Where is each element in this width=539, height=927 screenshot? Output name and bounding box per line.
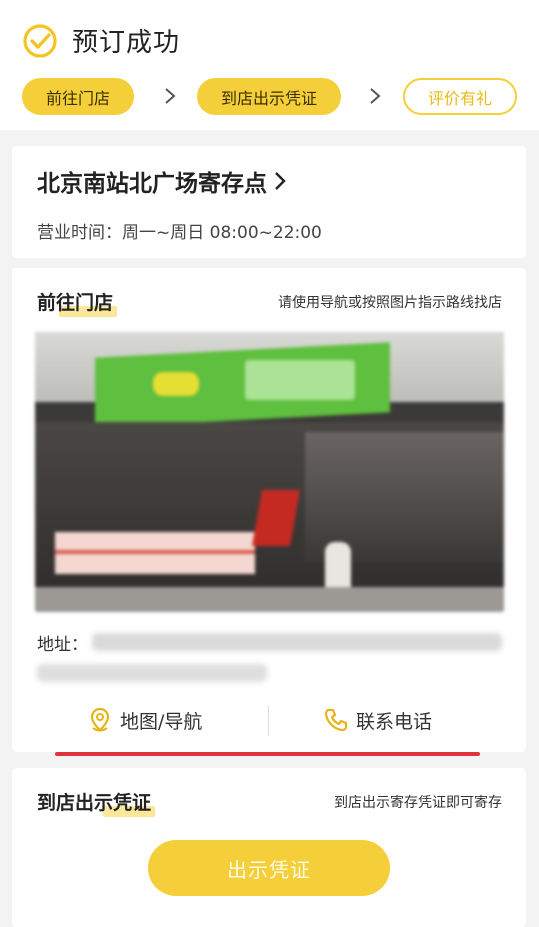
action-row: 地图/导航 联系电话 (12, 700, 526, 740)
address-label: 地址： (37, 635, 88, 655)
voucher-hint: 到店出示寄存凭证即可寄存 (334, 795, 502, 811)
store-name-row[interactable]: 北京南站北广场寄存点 (37, 164, 287, 198)
divider (268, 706, 269, 736)
phone-icon (324, 708, 348, 732)
check-circle-icon (23, 23, 57, 58)
map-navigation-label: 地图/导航 (120, 710, 203, 733)
step-go-to-store[interactable]: 前往门店 (22, 78, 134, 115)
contact-phone-button[interactable]: 联系电话 (322, 700, 432, 740)
location-pin-icon (90, 707, 110, 732)
navigate-card: 前往门店 请使用导航或按照图片指示路线找店 地址： 地图/导航 联系电话 (12, 268, 526, 756)
contact-phone-label: 联系电话 (356, 710, 433, 733)
annotation-underline (55, 752, 480, 756)
voucher-card: 到店出示凭证 到店出示寄存凭证即可寄存 出示凭证 (12, 768, 526, 927)
success-row: 预订成功 (22, 22, 180, 59)
header: 预订成功 前往门店 到店出示凭证 评价有礼 (0, 0, 539, 130)
chevron-right-icon (275, 172, 286, 190)
store-card[interactable]: 北京南站北广场寄存点 营业时间：周一~周日 08:00~22:00 (12, 146, 526, 258)
section-title-show-voucher: 到店出示凭证 (37, 788, 156, 817)
store-name: 北京南站北广场寄存点 (37, 171, 267, 197)
page-title: 预订成功 (72, 28, 181, 58)
business-hours: 营业时间：周一~周日 08:00~22:00 (37, 223, 322, 243)
section-title-go-to-store: 前往门店 (37, 288, 118, 317)
progress-steps: 前往门店 到店出示凭证 评价有礼 (22, 78, 518, 118)
show-voucher-button[interactable]: 出示凭证 (148, 840, 390, 896)
navigate-hint: 请使用导航或按照图片指示路线找店 (278, 295, 502, 311)
address-redacted (92, 633, 502, 651)
map-navigation-button[interactable]: 地图/导航 (86, 700, 202, 740)
step-show-voucher[interactable]: 到店出示凭证 (197, 78, 341, 115)
chevron-right-icon (370, 88, 381, 104)
step-review-reward[interactable]: 评价有礼 (403, 78, 517, 115)
address-redacted (37, 664, 267, 682)
store-photo[interactable] (35, 332, 504, 612)
chevron-right-icon (165, 88, 176, 104)
